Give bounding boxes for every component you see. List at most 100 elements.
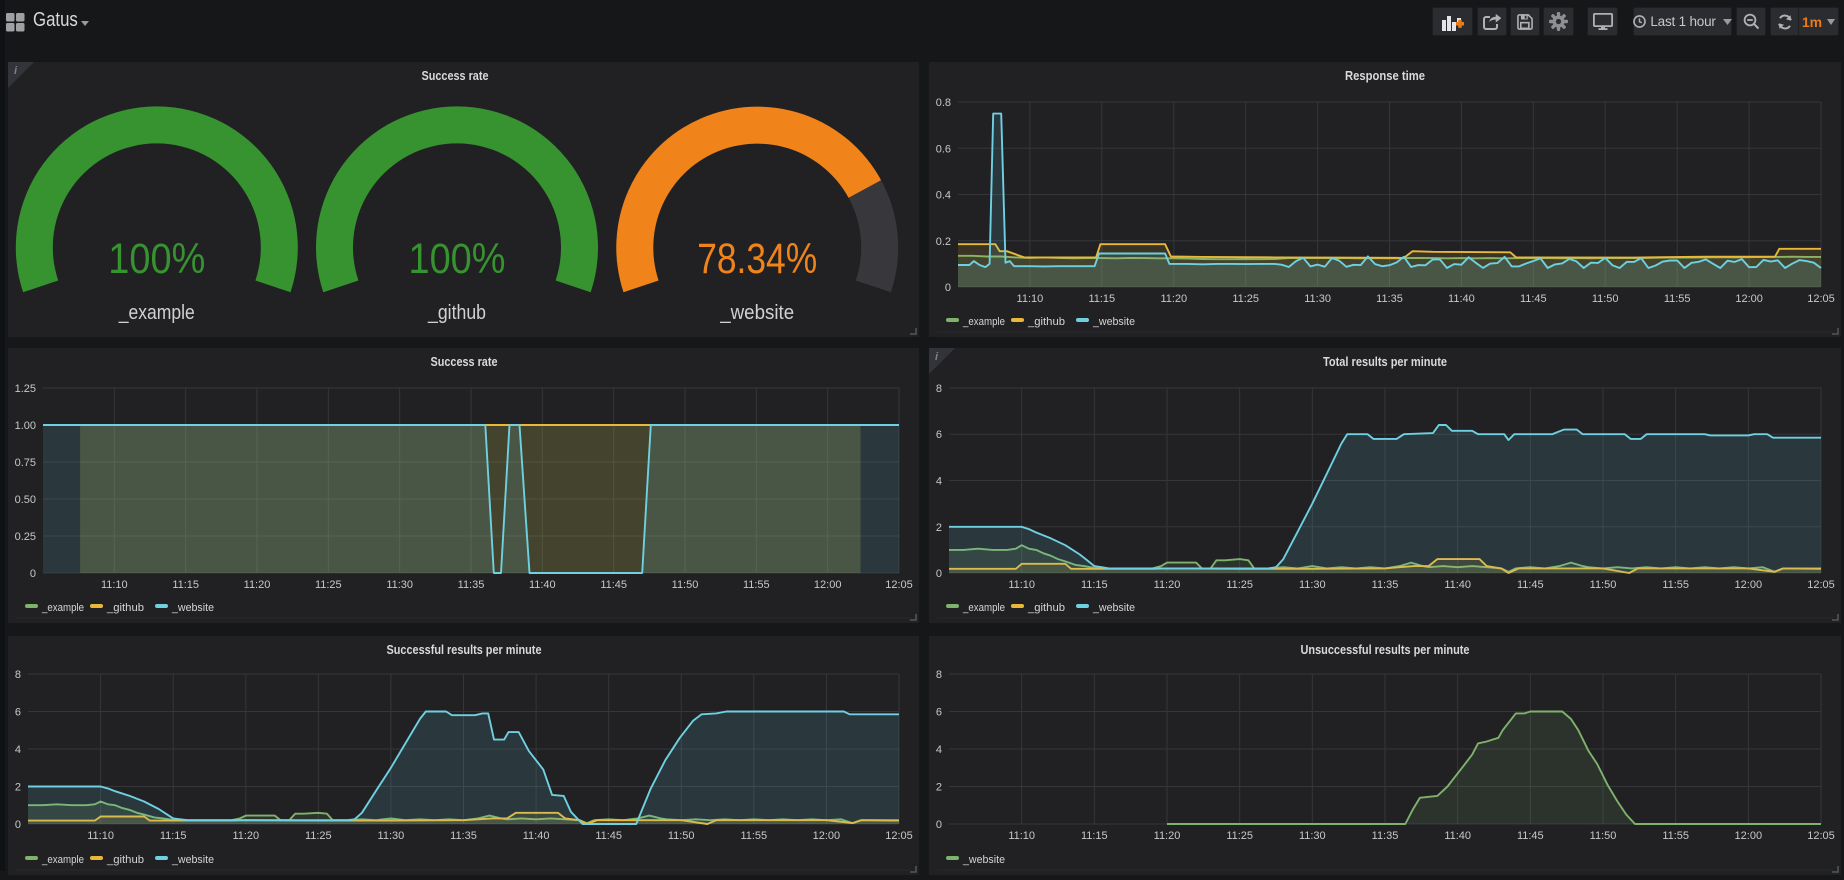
svg-text:11:30: 11:30 <box>386 579 413 591</box>
svg-text:12:05: 12:05 <box>1807 830 1835 842</box>
svg-text:11:10: 11:10 <box>1008 830 1035 842</box>
svg-text:4: 4 <box>15 744 21 756</box>
svg-text:_website: _website <box>1092 602 1135 614</box>
svg-text:11:40: 11:40 <box>1444 579 1471 591</box>
svg-text:11:15: 11:15 <box>1088 293 1115 305</box>
svg-text:11:40: 11:40 <box>1448 293 1475 305</box>
svg-text:11:10: 11:10 <box>1017 293 1044 305</box>
svg-text:_example: _example <box>41 602 84 614</box>
svg-text:_example: _example <box>962 316 1005 328</box>
svg-text:4: 4 <box>936 476 942 488</box>
svg-text:12:00: 12:00 <box>1735 293 1763 305</box>
svg-text:0.75: 0.75 <box>15 457 36 469</box>
svg-text:Success rate: Success rate <box>422 68 489 83</box>
svg-text:6: 6 <box>936 707 942 719</box>
svg-text:_github: _github <box>1027 316 1065 328</box>
svg-text:12:05: 12:05 <box>885 579 913 591</box>
svg-text:2: 2 <box>936 782 942 794</box>
svg-text:8: 8 <box>15 669 21 681</box>
svg-text:2: 2 <box>936 522 942 534</box>
svg-text:11:10: 11:10 <box>1008 579 1035 591</box>
svg-text:Unsuccessful results per minut: Unsuccessful results per minute <box>1301 642 1470 657</box>
svg-text:_website: _website <box>171 854 214 866</box>
svg-text:11:10: 11:10 <box>101 579 128 591</box>
svg-text:11:25: 11:25 <box>315 579 342 591</box>
svg-text:0: 0 <box>945 282 951 294</box>
svg-text:6: 6 <box>15 707 21 719</box>
svg-text:12:00: 12:00 <box>1735 830 1763 842</box>
svg-text:_website: _website <box>171 602 214 614</box>
svg-text:11:55: 11:55 <box>1664 293 1691 305</box>
svg-text:0: 0 <box>15 819 21 831</box>
svg-text:11:35: 11:35 <box>1372 830 1399 842</box>
svg-text:11:20: 11:20 <box>244 579 271 591</box>
svg-text:11:50: 11:50 <box>672 579 699 591</box>
svg-text:11:15: 11:15 <box>160 830 187 842</box>
svg-text:0: 0 <box>936 568 942 580</box>
svg-text:_example: _example <box>41 854 84 866</box>
svg-text:11:15: 11:15 <box>1081 830 1108 842</box>
svg-text:11:20: 11:20 <box>1160 293 1187 305</box>
svg-text:_example: _example <box>962 602 1005 614</box>
svg-text:_github: _github <box>1027 602 1065 614</box>
svg-text:11:35: 11:35 <box>450 830 477 842</box>
svg-text:_website: _website <box>1092 316 1135 328</box>
svg-text:11:30: 11:30 <box>1299 579 1326 591</box>
svg-text:8: 8 <box>936 669 942 681</box>
svg-text:11:40: 11:40 <box>1444 830 1471 842</box>
svg-text:8: 8 <box>936 383 942 395</box>
svg-text:11:35: 11:35 <box>1376 293 1403 305</box>
svg-text:11:55: 11:55 <box>1662 830 1689 842</box>
svg-text:Success rate: Success rate <box>431 354 498 369</box>
svg-text:11:15: 11:15 <box>172 579 199 591</box>
svg-text:1.25: 1.25 <box>15 383 36 395</box>
svg-text:0.6: 0.6 <box>936 143 951 155</box>
svg-text:12:05: 12:05 <box>1807 293 1835 305</box>
svg-text:11:45: 11:45 <box>1517 579 1544 591</box>
svg-text:12:05: 12:05 <box>1807 579 1835 591</box>
svg-text:11:20: 11:20 <box>1154 830 1181 842</box>
svg-text:11:20: 11:20 <box>1154 579 1181 591</box>
svg-text:11:25: 11:25 <box>305 830 332 842</box>
svg-text:11:45: 11:45 <box>600 579 627 591</box>
svg-text:_website: _website <box>962 854 1005 866</box>
svg-text:11:35: 11:35 <box>1372 579 1399 591</box>
svg-text:100%: 100% <box>108 235 205 283</box>
svg-text:_example: _example <box>118 302 195 324</box>
svg-text:11:25: 11:25 <box>1226 830 1253 842</box>
svg-text:0.50: 0.50 <box>15 494 36 506</box>
svg-text:11:50: 11:50 <box>1590 830 1617 842</box>
svg-text:_github: _github <box>427 302 486 324</box>
svg-text:11:45: 11:45 <box>1517 830 1544 842</box>
svg-text:0.8: 0.8 <box>936 97 951 109</box>
svg-text:11:50: 11:50 <box>1592 293 1619 305</box>
svg-text:11:40: 11:40 <box>523 830 550 842</box>
svg-text:0.4: 0.4 <box>936 190 951 202</box>
svg-text:Response time: Response time <box>1345 68 1425 83</box>
svg-text:_github: _github <box>106 602 144 614</box>
svg-text:11:30: 11:30 <box>378 830 405 842</box>
svg-text:11:55: 11:55 <box>743 579 770 591</box>
svg-text:1.00: 1.00 <box>15 420 36 432</box>
svg-text:78.34%: 78.34% <box>697 235 817 283</box>
svg-text:11:55: 11:55 <box>1662 579 1689 591</box>
svg-text:Successful results per minute: Successful results per minute <box>387 642 542 657</box>
svg-text:11:20: 11:20 <box>232 830 259 842</box>
svg-text:11:15: 11:15 <box>1081 579 1108 591</box>
svg-text:2: 2 <box>15 782 21 794</box>
svg-text:100%: 100% <box>409 235 506 283</box>
svg-text:4: 4 <box>936 744 942 756</box>
svg-text:_website: _website <box>719 302 794 324</box>
svg-text:11:30: 11:30 <box>1304 293 1331 305</box>
svg-text:6: 6 <box>936 429 942 441</box>
svg-text:11:10: 11:10 <box>87 830 114 842</box>
svg-text:11:40: 11:40 <box>529 579 556 591</box>
svg-text:12:00: 12:00 <box>813 830 841 842</box>
svg-text:11:45: 11:45 <box>595 830 622 842</box>
svg-text:12:00: 12:00 <box>814 579 842 591</box>
svg-text:11:50: 11:50 <box>668 830 695 842</box>
svg-text:Total results per minute: Total results per minute <box>1323 354 1447 369</box>
svg-text:0: 0 <box>936 819 942 831</box>
svg-text:12:05: 12:05 <box>885 830 913 842</box>
svg-text:12:00: 12:00 <box>1735 579 1763 591</box>
